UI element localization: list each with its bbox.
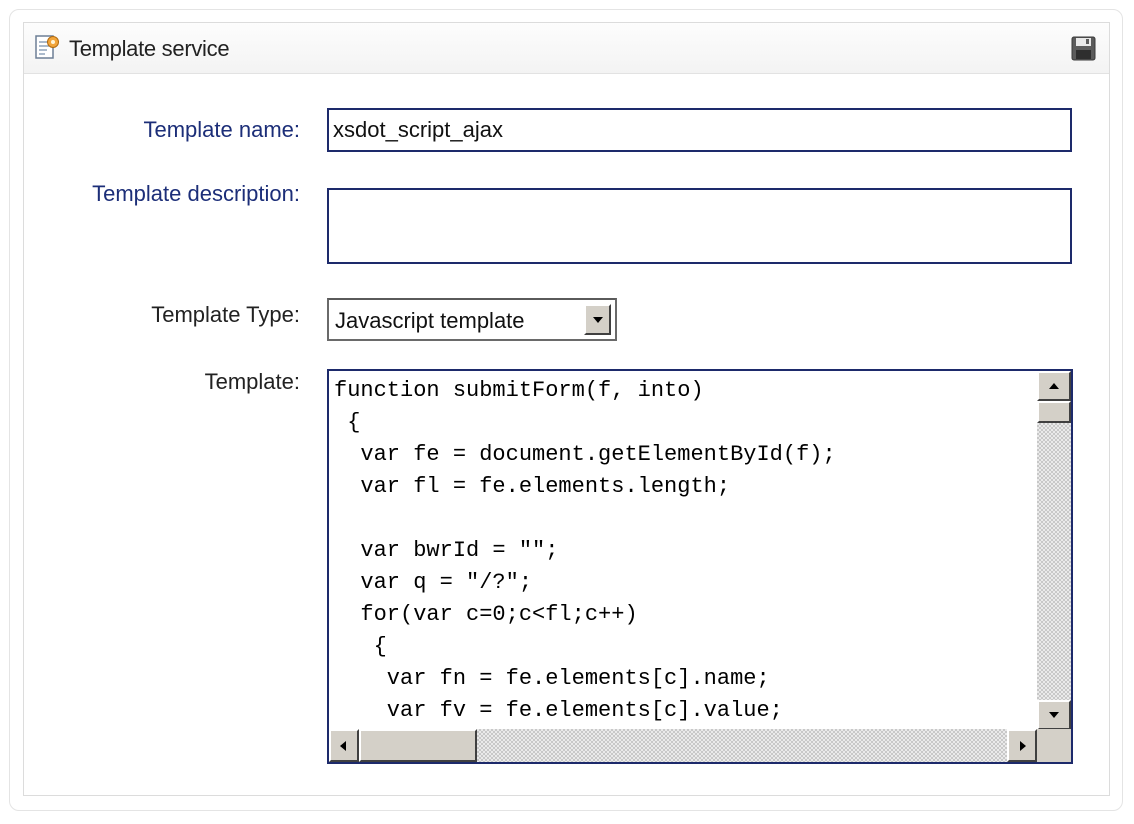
template-type-selected-value: Javascript template xyxy=(335,308,525,333)
code-line: { xyxy=(334,634,387,659)
template-code-editor[interactable]: function submitForm(f, into) { var fe = … xyxy=(327,369,1073,764)
horizontal-scroll-thumb[interactable] xyxy=(359,729,477,762)
template-code-text[interactable]: function submitForm(f, into) { var fe = … xyxy=(329,371,1037,728)
arrow-down-icon xyxy=(1049,712,1059,718)
template-label: Template: xyxy=(204,369,300,394)
horizontal-scrollbar[interactable] xyxy=(329,729,1037,762)
template-type-select[interactable]: Javascript template xyxy=(327,298,617,341)
code-line: function submitForm(f, into) xyxy=(334,378,704,403)
template-type-label: Template Type: xyxy=(151,302,300,327)
chevron-down-icon xyxy=(593,317,603,323)
vertical-scrollbar[interactable] xyxy=(1037,371,1071,730)
scroll-right-button[interactable] xyxy=(1007,729,1037,762)
scroll-up-button[interactable] xyxy=(1037,371,1071,401)
arrow-up-icon xyxy=(1049,383,1059,389)
code-line: var fn = fe.elements[c].name; xyxy=(334,666,770,691)
template-name-input[interactable] xyxy=(327,108,1072,152)
template-description-label: Template description: xyxy=(92,181,300,206)
arrow-left-icon xyxy=(340,741,346,751)
vertical-scroll-thumb[interactable] xyxy=(1037,401,1071,423)
arrow-right-icon xyxy=(1020,741,1026,751)
code-line: var fv = fe.elements[c].value; xyxy=(334,698,783,723)
code-line: { xyxy=(334,410,361,435)
panel-header: Template service xyxy=(24,23,1109,74)
scroll-down-button[interactable] xyxy=(1037,700,1071,730)
panel-title: Template service xyxy=(69,36,230,61)
dropdown-arrow-button[interactable] xyxy=(584,304,611,335)
code-line: var fe = document.getElementById(f); xyxy=(334,442,836,467)
code-line: for(var c=0;c<fl;c++) xyxy=(334,602,638,627)
code-line: var fl = fe.elements.length; xyxy=(334,474,731,499)
template-document-icon xyxy=(35,35,59,59)
scroll-left-button[interactable] xyxy=(329,729,359,762)
template-name-label: Template name: xyxy=(143,117,300,142)
template-description-field[interactable] xyxy=(327,188,1072,264)
code-line: var bwrId = ""; xyxy=(334,538,559,563)
floppy-disk-save-icon[interactable] xyxy=(1071,36,1096,61)
template-service-panel: Template service Template name: Template… xyxy=(23,22,1110,796)
scrollbar-corner xyxy=(1037,729,1071,762)
code-line: var q = "/?"; xyxy=(334,570,533,595)
